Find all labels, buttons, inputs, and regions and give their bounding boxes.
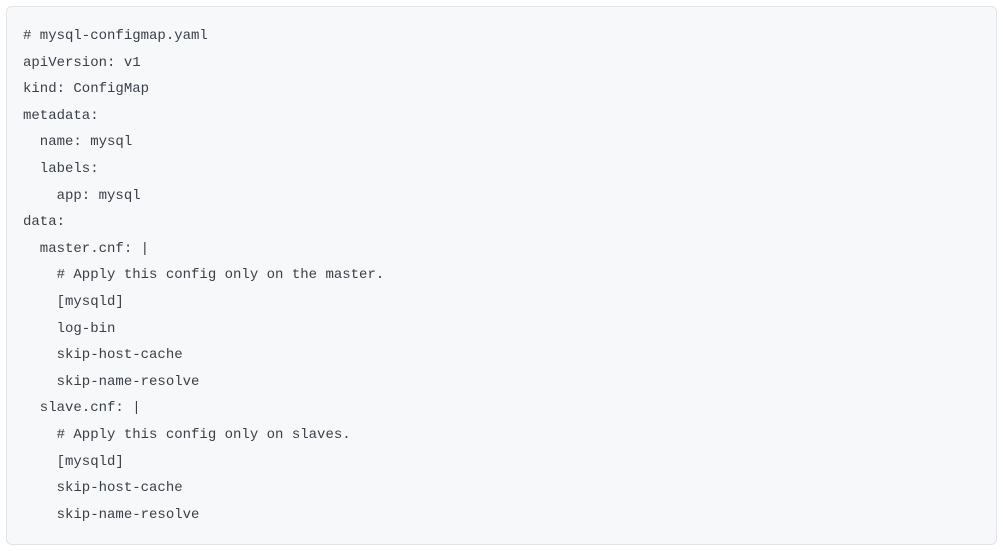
code-content: # mysql-configmap.yaml apiVersion: v1 ki… — [23, 23, 980, 528]
code-block: # mysql-configmap.yaml apiVersion: v1 ki… — [6, 6, 997, 545]
